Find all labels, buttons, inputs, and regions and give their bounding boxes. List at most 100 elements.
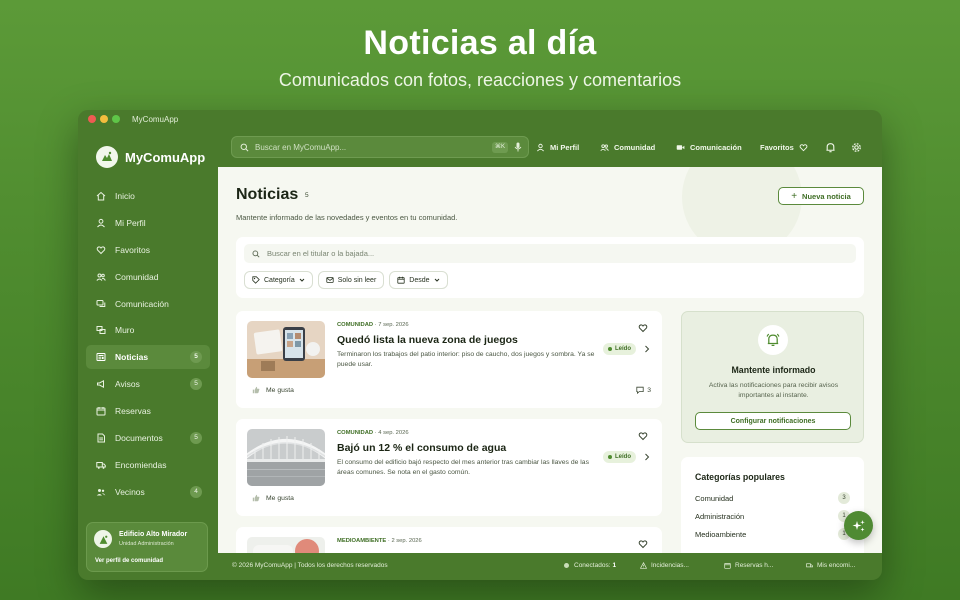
configure-notifications-button[interactable]: Configurar notificaciones (695, 412, 851, 430)
users-icon (600, 144, 609, 151)
microphone-icon[interactable] (514, 142, 522, 152)
thumbs-up-icon (252, 494, 260, 502)
community-profile-link[interactable]: Ver perfil de comunidad (95, 558, 163, 564)
bell-icon (758, 325, 788, 355)
news-search-input[interactable] (267, 249, 827, 258)
news-search[interactable] (244, 244, 856, 263)
topnav-label: Comunicación (690, 143, 742, 152)
chevron-right-icon[interactable] (644, 453, 650, 461)
sidebar-item-comunidad[interactable]: Comunidad (86, 265, 210, 289)
notifications-button[interactable] (825, 128, 841, 167)
sidebar-item-label: Mi Perfil (115, 217, 146, 228)
nav-badge: 5 (190, 351, 202, 364)
favorite-heart-icon[interactable] (638, 539, 648, 549)
global-search[interactable]: ⌘K (231, 136, 529, 158)
gear-icon (852, 143, 861, 152)
comments-value: 3 (647, 386, 651, 394)
category-item[interactable]: Medioambiente 1 (695, 528, 850, 540)
new-news-button[interactable]: + Nueva noticia (778, 187, 864, 205)
incidents-status[interactable]: Incidencias... (640, 562, 689, 569)
news-card[interactable]: COMUNIDAD · 4 sep. 2026 Bajó un 12 % el … (236, 419, 662, 516)
sidebar-item-documentos[interactable]: Documentos 5 (86, 426, 210, 450)
mail-icon (326, 277, 334, 283)
new-news-label: Nueva noticia (802, 191, 851, 201)
sidebar-item-encomiendas[interactable]: Encomiendas (86, 453, 210, 477)
app-window: MyComuApp MyComuApp Inicio Mi Perfil Fav… (78, 110, 882, 580)
copyright: © 2026 MyComuApp | Todos los derechos re… (232, 562, 388, 569)
sidebar-item-comunicacion[interactable]: Comunicación (86, 292, 210, 316)
category-item[interactable]: Comunidad 3 (695, 492, 850, 504)
unread-filter[interactable]: Solo sin leer (317, 271, 385, 289)
hero-title: Noticias al día (363, 24, 597, 62)
users-icon (96, 273, 106, 281)
sidebar-item-noticias[interactable]: Noticias 5 (86, 345, 210, 370)
brand-name: MyComuApp (125, 149, 206, 165)
news-card[interactable]: COMUNIDAD · 7 sep. 2026 Quedó lista la n… (236, 311, 662, 408)
sidebar-item-favoritos[interactable]: Favoritos (86, 238, 210, 262)
like-button[interactable]: Me gusta (252, 494, 294, 502)
topnav-mi-perfil[interactable]: Mi Perfil (536, 128, 579, 167)
reservations-status[interactable]: Reservas h... (724, 562, 773, 569)
megaphone-icon (97, 380, 104, 389)
news-date: · 7 sep. 2026 (374, 322, 409, 328)
read-dot (608, 347, 612, 351)
sidebar: MyComuApp Inicio Mi Perfil Favoritos Com… (78, 128, 218, 580)
thumbs-up-icon (252, 386, 260, 394)
topnav-label: Favoritos (760, 143, 794, 152)
favorite-heart-icon[interactable] (638, 323, 648, 333)
sidebar-item-reservas[interactable]: Reservas (86, 399, 210, 423)
news-thumbnail (247, 429, 325, 486)
connected-status: Conectados: 1 (564, 562, 616, 569)
read-dot (608, 455, 612, 459)
like-label: Me gusta (266, 494, 294, 502)
news-title[interactable]: Bajó un 12 % el consumo de agua (337, 442, 506, 454)
topnav-comunidad[interactable]: Comunidad (600, 128, 655, 167)
date-filter[interactable]: Desde (389, 271, 448, 289)
comments-count[interactable]: 3 (636, 386, 651, 394)
sidebar-item-label: Reservas (115, 406, 151, 417)
sidebar-item-label: Comunicación (115, 298, 169, 309)
plus-icon: + (791, 190, 798, 202)
news-date: · 4 sep. 2026 (374, 430, 409, 436)
close-window-button[interactable] (88, 115, 96, 123)
connected-value: 1 (612, 562, 617, 569)
popular-categories-title: Categorías populares (695, 472, 785, 482)
category-item[interactable]: Administración 1 (695, 510, 850, 522)
online-dot-icon (564, 563, 569, 568)
ai-assistant-button[interactable] (844, 511, 873, 540)
sidebar-item-avisos[interactable]: Avisos 5 (86, 372, 210, 396)
category-count: 3 (838, 492, 850, 504)
like-button[interactable]: Me gusta (252, 386, 294, 394)
minimize-window-button[interactable] (100, 115, 108, 123)
chevron-right-icon[interactable] (644, 345, 650, 353)
heart-icon (799, 144, 808, 152)
topnav-comunicacion[interactable]: Comunicación (676, 128, 742, 167)
category-filter[interactable]: Categoría (244, 271, 313, 289)
sidebar-item-mi-perfil[interactable]: Mi Perfil (86, 211, 210, 235)
topnav-favoritos[interactable]: Favoritos (760, 128, 808, 167)
main-content: Noticias 5 Mantente informado de las nov… (218, 167, 882, 553)
sidebar-item-vecinos[interactable]: Vecinos 4 (86, 480, 210, 504)
zoom-window-button[interactable] (112, 115, 120, 123)
video-icon (676, 145, 685, 150)
sidebar-item-inicio[interactable]: Inicio (86, 184, 210, 208)
incidents-label: Incidencias... (651, 562, 689, 569)
global-search-input[interactable] (255, 142, 475, 152)
settings-button[interactable] (851, 128, 867, 167)
sidebar-item-label: Avisos (115, 379, 140, 390)
hero-subtitle: Comunicados con fotos, reacciones y come… (278, 70, 682, 90)
search-icon (252, 250, 260, 258)
chevron-down-icon (434, 278, 439, 282)
chip-label: Desde (409, 276, 430, 284)
read-badge-label: Leído (615, 346, 631, 352)
sidebar-item-label: Inicio (115, 191, 135, 201)
news-title[interactable]: Quedó lista la nueva zona de juegos (337, 334, 518, 346)
news-card[interactable]: MEDIOAMBIENTE · 2 sep. 2026 (236, 527, 662, 553)
news-excerpt: El consumo del edificio bajó respecto de… (337, 459, 589, 476)
brand-logo-icon (96, 146, 118, 168)
news-category: COMUNIDAD (337, 430, 374, 436)
parcels-status[interactable]: Mis encomi... (806, 562, 855, 569)
favorite-heart-icon[interactable] (638, 431, 648, 441)
brand[interactable]: MyComuApp (96, 146, 205, 168)
sidebar-item-muro[interactable]: Muro (86, 318, 210, 342)
